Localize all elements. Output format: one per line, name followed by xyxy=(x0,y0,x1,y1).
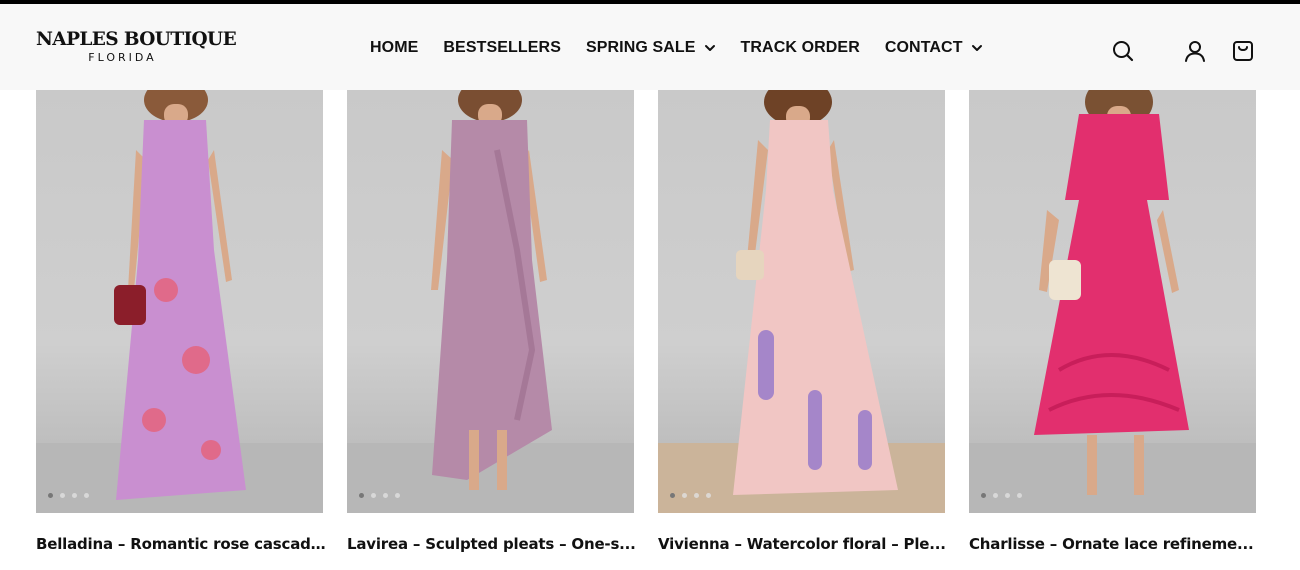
main-nav: HOME BESTSELLERS SPRING SALE TRACK ORDER… xyxy=(370,38,1008,58)
dress-accent xyxy=(201,440,221,460)
product-card[interactable]: Charlisse – Ornate lace refineme... xyxy=(969,90,1256,553)
carousel-dot[interactable] xyxy=(84,493,89,498)
product-card[interactable]: Belladina – Romantic rose cascad... xyxy=(36,90,326,553)
carousel-dot[interactable] xyxy=(1017,493,1022,498)
product-title[interactable]: Belladina – Romantic rose cascad... xyxy=(36,535,326,553)
brand-location: FLORIDA xyxy=(88,50,157,64)
carousel-dot[interactable] xyxy=(60,493,65,498)
model-figure xyxy=(1034,90,1189,495)
model-figure xyxy=(431,90,552,490)
nav-item-label: CONTACT xyxy=(884,39,963,56)
carousel-dot[interactable] xyxy=(682,493,687,498)
carousel-dot[interactable] xyxy=(981,493,986,498)
carousel-dots xyxy=(670,493,718,498)
product-title[interactable]: Charlisse – Ornate lace refineme... xyxy=(969,535,1259,553)
carousel-dot[interactable] xyxy=(1005,493,1010,498)
carousel-dot[interactable] xyxy=(993,493,998,498)
product-grid: Belladina – Romantic rose cascad... Lavi… xyxy=(36,90,1256,570)
carousel-dot[interactable] xyxy=(694,493,699,498)
carousel-dot[interactable] xyxy=(670,493,675,498)
nav-item-label: BESTSELLERS xyxy=(443,39,561,56)
site-header: NAPLES BOUTIQUE FLORIDA HOME BESTSELLERS… xyxy=(0,4,1300,90)
dress-accent xyxy=(182,346,210,374)
nav-item-home[interactable]: HOME xyxy=(370,39,418,57)
product-image[interactable] xyxy=(658,90,945,513)
chevron-down-icon xyxy=(704,42,716,54)
chevron-down-icon xyxy=(971,42,983,54)
carousel-dots xyxy=(981,493,1029,498)
dress-accent xyxy=(758,330,774,400)
carousel-dot[interactable] xyxy=(383,493,388,498)
model-figure xyxy=(733,90,898,495)
product-title[interactable]: Vivienna – Watercolor floral – Ple... xyxy=(658,535,948,553)
nav-item-label: TRACK ORDER xyxy=(740,39,860,56)
carousel-dots xyxy=(359,493,407,498)
nav-item-bestsellers[interactable]: BESTSELLERS xyxy=(443,39,561,57)
account-icon[interactable] xyxy=(1182,38,1208,64)
carousel-dot[interactable] xyxy=(48,493,53,498)
dress-accent xyxy=(154,278,178,302)
search-icon[interactable] xyxy=(1110,38,1136,64)
cart-icon[interactable] xyxy=(1230,38,1256,64)
nav-item-spring-sale[interactable]: SPRING SALE xyxy=(586,39,716,57)
nav-item-track-order[interactable]: TRACK ORDER xyxy=(741,39,860,57)
product-title[interactable]: Lavirea – Sculpted pleats – One-s... xyxy=(347,535,637,553)
carousel-dots xyxy=(48,493,96,498)
product-image[interactable] xyxy=(36,90,323,513)
carousel-dot[interactable] xyxy=(72,493,77,498)
brand-logo[interactable]: NAPLES BOUTIQUE FLORIDA xyxy=(36,29,237,64)
carousel-dot[interactable] xyxy=(371,493,376,498)
nav-item-contact[interactable]: CONTACT xyxy=(885,39,983,57)
carousel-dot[interactable] xyxy=(359,493,364,498)
brand-name: NAPLES BOUTIQUE xyxy=(36,29,237,50)
dress-accent xyxy=(142,408,166,432)
product-card[interactable]: Vivienna – Watercolor floral – Ple... xyxy=(658,90,948,553)
carousel-dot[interactable] xyxy=(395,493,400,498)
nav-item-label: HOME xyxy=(370,39,419,56)
carousel-dot[interactable] xyxy=(706,493,711,498)
dress-accent xyxy=(808,390,822,470)
model-figure xyxy=(114,90,246,500)
product-image[interactable] xyxy=(347,90,634,513)
product-image[interactable] xyxy=(969,90,1256,513)
nav-item-label: SPRING SALE xyxy=(585,39,696,56)
product-card[interactable]: Lavirea – Sculpted pleats – One-s... xyxy=(347,90,637,553)
dress-accent xyxy=(858,410,872,470)
